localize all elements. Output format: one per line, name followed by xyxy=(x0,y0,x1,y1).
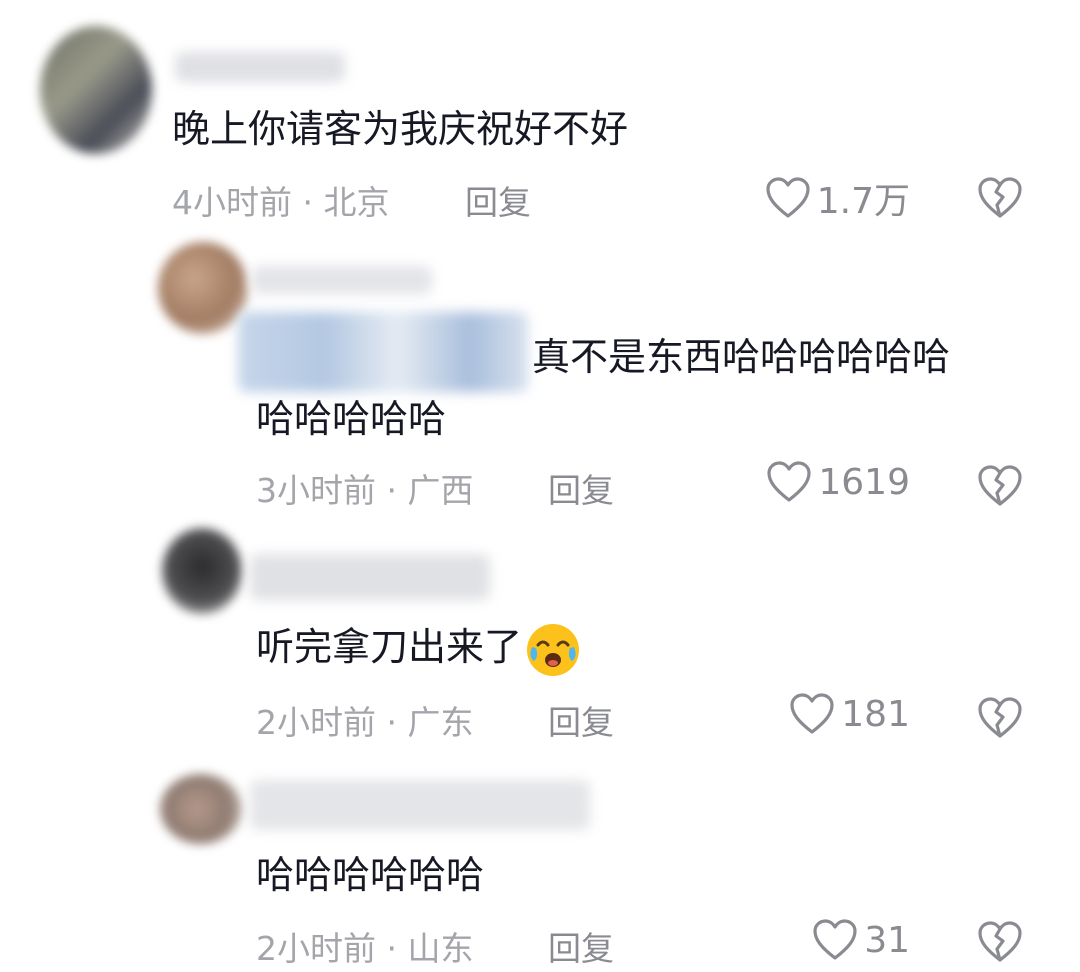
comment-item: 真不是东西哈哈哈哈哈哈 哈哈哈哈哈 3小时前 · 广西 回复 1619 xyxy=(0,230,1080,530)
reply-button[interactable]: 回复 xyxy=(548,922,614,970)
comment-text-line1: 真不是东西哈哈哈哈哈哈 xyxy=(532,335,951,379)
mention-redacted[interactable] xyxy=(238,312,528,392)
comment-item: 晚上你请客为我庆祝好不好 4小时前 · 北京 回复 1.7万 xyxy=(0,0,1080,240)
like-button[interactable]: 181 xyxy=(730,692,910,736)
like-count: 181 xyxy=(841,693,910,735)
comment-time-location: 3小时前 · 广西 xyxy=(256,471,474,510)
like-count: 1.7万 xyxy=(816,181,910,222)
comment-text-line2: 哈哈哈哈哈 xyxy=(256,397,447,441)
like-count: 31 xyxy=(864,919,910,961)
like-count: 1619 xyxy=(818,461,910,503)
avatar[interactable] xyxy=(162,528,242,614)
reply-button[interactable]: 回复 xyxy=(548,696,614,744)
comment-time-location: 2小时前 · 广东 xyxy=(256,703,474,742)
avatar[interactable] xyxy=(160,774,242,844)
heart-outline-icon xyxy=(767,461,811,502)
comment-text: 晚上你请客为我庆祝好不好 xyxy=(172,107,629,151)
broken-heart-icon[interactable] xyxy=(976,462,1024,510)
username-redacted[interactable] xyxy=(175,52,345,82)
heart-outline-icon xyxy=(790,693,834,734)
comment-text: 哈哈哈哈哈哈 xyxy=(256,853,485,897)
avatar[interactable] xyxy=(40,26,152,154)
broken-heart-icon[interactable] xyxy=(976,174,1024,222)
like-button[interactable]: 31 xyxy=(730,918,910,962)
heart-outline-icon xyxy=(813,919,857,960)
username-redacted[interactable] xyxy=(250,554,490,600)
comment-item: 听完拿刀出来了 2小时前 · 广东 回复 181 xyxy=(0,520,1080,760)
broken-heart-icon[interactable] xyxy=(976,918,1024,966)
comment-text-content: 听完拿刀出来了 xyxy=(256,625,523,669)
like-button[interactable]: 1619 xyxy=(730,460,910,504)
reply-button[interactable]: 回复 xyxy=(548,464,614,512)
comment-time-location: 4小时前 · 北京 xyxy=(172,183,390,222)
reply-button[interactable]: 回复 xyxy=(465,176,531,224)
comment-item: 哈哈哈哈哈哈 2小时前 · 山东 回复 31 xyxy=(0,750,1080,972)
comment-text: 听完拿刀出来了 xyxy=(256,616,582,679)
comment-time-location: 2小时前 · 山东 xyxy=(256,929,474,968)
broken-heart-icon[interactable] xyxy=(976,694,1024,742)
username-redacted[interactable] xyxy=(250,780,590,830)
crying-laughing-emoji xyxy=(527,623,580,676)
heart-outline-icon xyxy=(766,177,810,218)
like-button[interactable]: 1.7万 xyxy=(730,172,910,224)
username-redacted[interactable] xyxy=(252,266,432,294)
avatar[interactable] xyxy=(158,242,248,334)
